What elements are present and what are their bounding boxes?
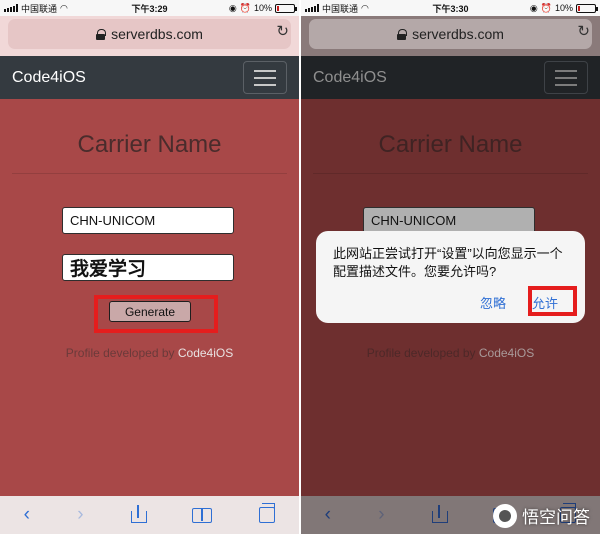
phone-screen-right: 中国联通 ◠ 下午3:30 ◉ ⏰ 10% serverdbs.com ↻ Co…: [301, 0, 600, 534]
alarm-icon: ⏰: [540, 2, 552, 13]
wifi-icon: ◠: [60, 2, 68, 13]
url-text: serverdbs.com: [412, 26, 504, 42]
carrier-name: 中国联通: [21, 3, 58, 14]
page-title: Carrier Name: [77, 131, 222, 158]
page-content: Carrier Name CHN-UNICOM Profile develope…: [301, 99, 600, 496]
dialog-message: 此网站正尝试打开“设置”以向您显示一个配置描述文件。您要允许吗?: [333, 246, 563, 279]
profile-credit: Profile developed by Code4iOS: [301, 346, 600, 360]
wifi-icon: ◠: [361, 2, 369, 13]
signal-icon: [4, 4, 18, 12]
profile-credit: Profile developed by Code4iOS: [0, 346, 299, 360]
profile-credit-link[interactable]: Code4iOS: [479, 346, 534, 360]
ignore-button[interactable]: 忽略: [480, 293, 506, 312]
carrier-name: 中国联通: [322, 3, 359, 14]
divider: [12, 173, 287, 174]
tabs-icon[interactable]: [259, 503, 276, 523]
page-title: Carrier Name: [378, 131, 523, 158]
navbar: Code4iOS: [0, 56, 299, 99]
address-bar-area: serverdbs.com ↻: [0, 16, 299, 56]
battery-icon: [275, 3, 297, 13]
url-text: serverdbs.com: [111, 26, 203, 42]
battery-icon: [576, 3, 598, 13]
hamburger-icon: [555, 69, 577, 72]
profile-credit-prefix: Profile developed by: [65, 346, 175, 360]
carrier-input[interactable]: CHN-UNICOM: [62, 207, 234, 234]
carrier-input[interactable]: CHN-UNICOM: [363, 207, 535, 234]
divider: [313, 173, 588, 174]
status-bar: 中国联通 ◠ 下午3:29 ◉ ⏰ 10%: [0, 0, 299, 16]
forward-icon[interactable]: ›: [378, 504, 384, 526]
watermark-text: 悟空问答: [522, 508, 590, 527]
address-bar-area: serverdbs.com ↻: [301, 16, 600, 56]
orientation-lock-icon: ◉: [529, 2, 538, 13]
battery-percent: 10%: [253, 3, 272, 13]
menu-toggle-button[interactable]: [243, 61, 287, 94]
highlight-box-generate: [94, 295, 218, 333]
open-settings-dialog: 此网站正尝试打开“设置”以向您显示一个配置描述文件。您要允许吗? 忽略 允许: [316, 231, 585, 323]
reload-icon[interactable]: ↻: [577, 22, 590, 40]
profile-credit-link[interactable]: Code4iOS: [178, 346, 233, 360]
lock-icon: [96, 28, 107, 40]
page-content: Carrier Name CHN-UNICOM 我爱学习 Generate Pr…: [0, 99, 299, 496]
back-icon[interactable]: ‹: [24, 504, 30, 526]
screenshot-comparison: 中国联通 ◠ 下午3:29 ◉ ⏰ 10% serverdbs.com ↻ Co…: [0, 0, 600, 534]
bookmarks-icon[interactable]: [192, 507, 213, 523]
profile-credit-prefix: Profile developed by: [366, 346, 476, 360]
battery-percent: 10%: [554, 3, 573, 13]
navbar-brand[interactable]: Code4iOS: [313, 69, 387, 87]
custom-carrier-input[interactable]: 我爱学习: [62, 254, 234, 281]
share-icon[interactable]: [130, 505, 147, 523]
phone-screen-left: 中国联通 ◠ 下午3:29 ◉ ⏰ 10% serverdbs.com ↻ Co…: [0, 0, 299, 534]
lock-icon: [397, 28, 408, 40]
wukong-logo-icon: [493, 503, 517, 528]
watermark: 悟空问答: [493, 503, 590, 528]
status-bar: 中国联通 ◠ 下午3:30 ◉ ⏰ 10%: [301, 0, 600, 16]
share-icon[interactable]: [431, 505, 448, 523]
address-bar[interactable]: serverdbs.com: [8, 19, 291, 49]
reload-icon[interactable]: ↻: [276, 22, 289, 40]
menu-toggle-button[interactable]: [544, 61, 588, 94]
orientation-lock-icon: ◉: [228, 2, 237, 13]
forward-icon[interactable]: ›: [77, 504, 83, 526]
back-icon[interactable]: ‹: [325, 504, 331, 526]
signal-icon: [305, 4, 319, 12]
highlight-box-allow: [528, 286, 577, 316]
hamburger-icon: [254, 69, 276, 72]
browser-toolbar: ‹ ›: [0, 496, 299, 534]
alarm-icon: ⏰: [239, 2, 251, 13]
navbar-brand[interactable]: Code4iOS: [12, 69, 86, 87]
address-bar[interactable]: serverdbs.com: [309, 19, 592, 49]
navbar: Code4iOS: [301, 56, 600, 99]
